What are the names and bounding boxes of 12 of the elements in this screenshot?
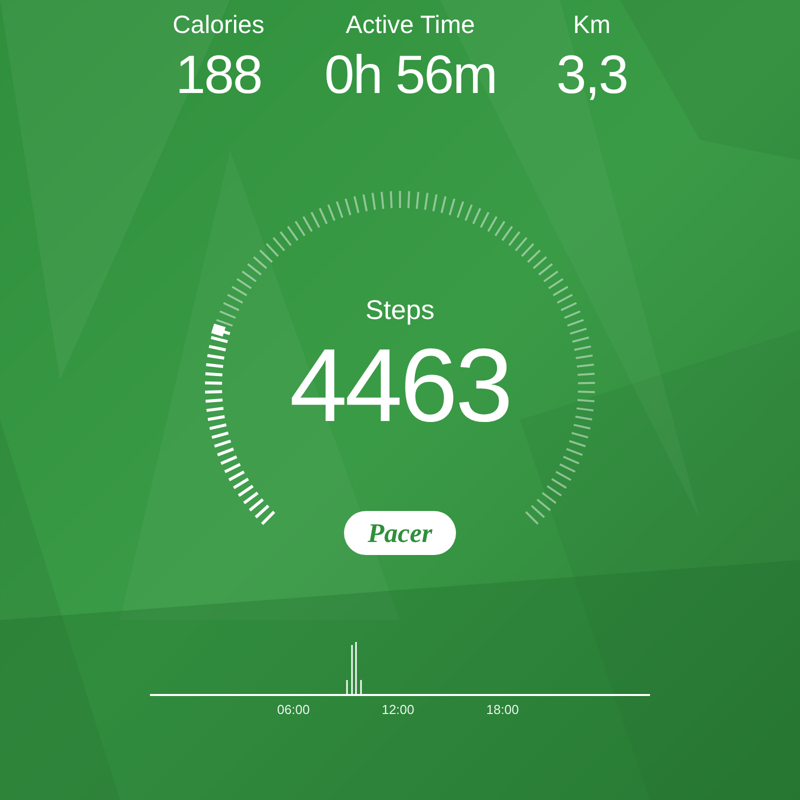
steps-label: Steps (365, 294, 435, 327)
stat-label: Km (573, 10, 611, 41)
stat-value: 3,3 (556, 44, 628, 107)
time-tick-label: 18:00 (486, 701, 519, 719)
time-tick-label: 12:00 (382, 701, 414, 719)
steps-count: 4463 (290, 330, 510, 440)
time-tick-label: 06:00 (277, 701, 310, 719)
brand-logo: Pacer (344, 510, 456, 555)
stat-value: 0h 56m (324, 44, 496, 107)
stat-value: 188 (175, 44, 262, 107)
stat-label: Calories (172, 10, 264, 41)
stat-label: Active Time (346, 10, 475, 41)
